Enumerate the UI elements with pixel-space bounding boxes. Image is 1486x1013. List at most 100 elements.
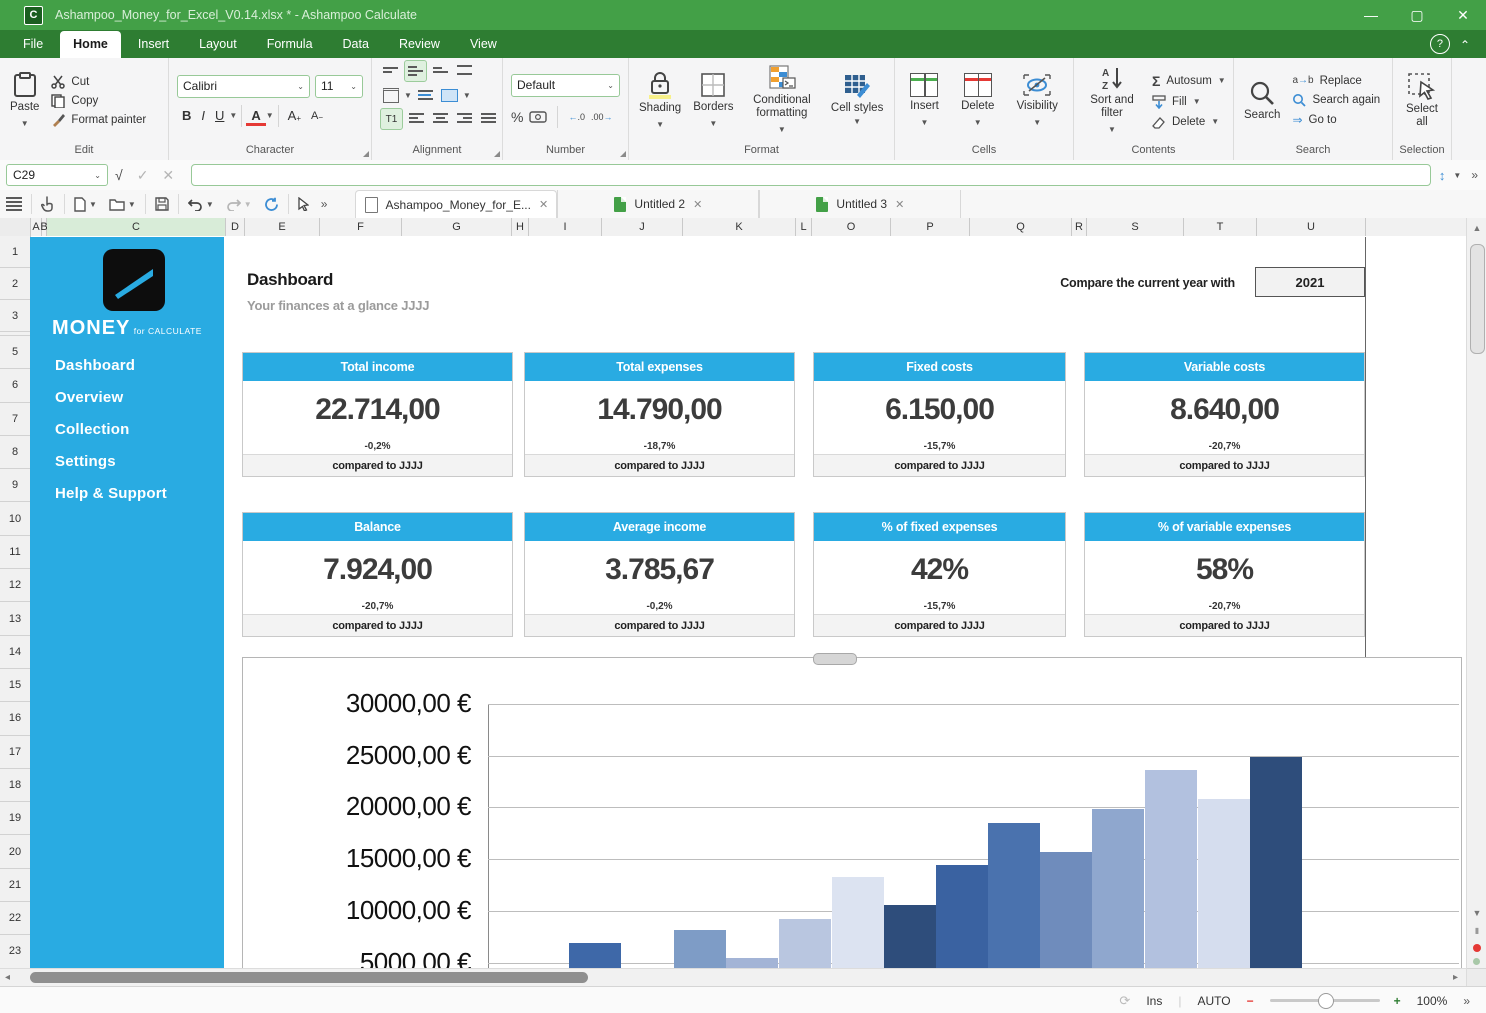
chevron-down-icon[interactable]: ▼ — [404, 91, 412, 100]
new-document-icon[interactable]: ▼ — [68, 190, 103, 218]
shrink-font-button[interactable]: A− — [306, 108, 328, 124]
split-view-icon[interactable]: ▮ — [1467, 926, 1486, 935]
cell-reference-box[interactable]: C29⌄ — [6, 164, 108, 186]
column-header-O[interactable]: O — [812, 218, 891, 236]
bold-button[interactable]: B — [177, 106, 196, 125]
format-painter-button[interactable]: Format painter — [51, 113, 146, 127]
underline-button[interactable]: U — [210, 106, 229, 125]
menu-item-layout[interactable]: Layout — [186, 31, 250, 58]
menu-item-file[interactable]: File — [10, 31, 56, 58]
row-header-15[interactable]: 15 — [0, 669, 30, 702]
chevron-down-icon[interactable]: ▼ — [463, 91, 471, 100]
row-header-19[interactable]: 19 — [0, 802, 30, 835]
menu-item-data[interactable]: Data — [330, 31, 382, 58]
wrap-text-button[interactable] — [415, 85, 436, 105]
zoom-level[interactable]: 100% — [1417, 994, 1448, 1008]
horizontal-scroll-thumb[interactable] — [30, 972, 588, 983]
bar-chart[interactable]: 30000,00 €25000,00 €20000,00 €15000,00 €… — [242, 657, 1462, 986]
select-all-button[interactable]: Select all — [1397, 70, 1447, 131]
column-header-E[interactable]: E — [245, 218, 320, 236]
column-header-S[interactable]: S — [1087, 218, 1184, 236]
justify-button[interactable] — [478, 108, 499, 128]
replace-button[interactable]: a→b Replace — [1292, 75, 1380, 87]
menu-item-home[interactable]: Home — [60, 31, 121, 58]
dialog-launcher-icon[interactable] — [620, 151, 626, 157]
expand-formula-bar-icon[interactable]: ↕ — [1439, 168, 1446, 183]
dialog-launcher-icon[interactable] — [494, 151, 500, 157]
minimize-button[interactable]: — — [1348, 0, 1394, 30]
cell-styles-button[interactable]: Cell styles ▼ — [824, 71, 890, 130]
menu-item-view[interactable]: View — [457, 31, 510, 58]
row-header-1[interactable]: 1 — [0, 236, 30, 268]
column-header-K[interactable]: K — [683, 218, 796, 236]
close-tab-icon[interactable]: ✕ — [693, 198, 702, 211]
help-icon[interactable]: ? — [1430, 34, 1450, 54]
row-header-8[interactable]: 8 — [0, 436, 30, 469]
column-header-T[interactable]: T — [1184, 218, 1257, 236]
row-header-14[interactable]: 14 — [0, 636, 30, 669]
align-left-button[interactable] — [406, 108, 427, 128]
currency-icon[interactable] — [529, 111, 547, 123]
column-header-I[interactable]: I — [529, 218, 602, 236]
close-tab-icon[interactable]: ✕ — [539, 198, 548, 211]
more-tools-icon[interactable]: » — [315, 190, 334, 218]
dialog-launcher-icon[interactable] — [363, 151, 369, 157]
sidebar-item-help-support[interactable]: Help & Support — [55, 485, 167, 502]
row-header-13[interactable]: 13 — [0, 602, 30, 635]
row-header-21[interactable]: 21 — [0, 869, 30, 902]
column-header-blank[interactable] — [1366, 218, 1467, 236]
zoom-slider[interactable] — [1270, 999, 1380, 1002]
row-header-11[interactable]: 11 — [0, 536, 30, 569]
function-icon[interactable]: √ — [115, 167, 123, 183]
fill-button[interactable]: Fill▼ — [1152, 95, 1226, 109]
sync-icon[interactable]: ⟳ — [1119, 993, 1130, 1009]
font-name-select[interactable]: Calibri⌄ — [177, 75, 310, 98]
cancel-icon[interactable]: ✕ — [162, 167, 174, 184]
open-folder-icon[interactable]: ▼ — [103, 190, 142, 218]
more-icon[interactable]: » — [1471, 168, 1478, 182]
scroll-down-icon[interactable]: ▼ — [1467, 908, 1486, 918]
sheet-tab-2[interactable]: Untitled 2✕ — [557, 190, 759, 218]
align-bottom-button[interactable] — [430, 60, 451, 80]
distribute-vertical-button[interactable] — [454, 60, 475, 80]
zoom-in-button[interactable]: + — [1394, 994, 1401, 1008]
column-header-D[interactable]: D — [226, 218, 245, 236]
column-header-U[interactable]: U — [1257, 218, 1366, 236]
borders-button[interactable]: Borders▼ — [687, 70, 739, 132]
status-more-icon[interactable]: » — [1463, 994, 1470, 1008]
sheet-area[interactable]: 123567891011121314151617181920212223 MON… — [0, 236, 1466, 986]
row-header-22[interactable]: 22 — [0, 902, 30, 935]
row-header-5[interactable]: 5 — [0, 336, 30, 369]
sheet-list-icon[interactable] — [0, 190, 28, 218]
sort-filter-button[interactable]: AZ Sort and filter▼ — [1078, 63, 1146, 138]
sidebar-item-settings[interactable]: Settings — [55, 453, 116, 470]
refresh-icon[interactable] — [258, 190, 285, 218]
delete-cells-button[interactable]: Delete▼ — [955, 71, 1000, 131]
row-header-12[interactable]: 12 — [0, 569, 30, 602]
align-top-button[interactable] — [380, 60, 401, 80]
column-header-R[interactable]: R — [1072, 218, 1087, 236]
visibility-button[interactable]: Visibility▼ — [1011, 71, 1064, 131]
cut-button[interactable]: Cut — [51, 75, 146, 89]
search-again-button[interactable]: Search again — [1292, 93, 1380, 107]
maximize-button[interactable]: ▢ — [1394, 0, 1440, 30]
menu-item-formula[interactable]: Formula — [254, 31, 326, 58]
sidebar-item-dashboard[interactable]: Dashboard — [55, 357, 135, 374]
row-header-7[interactable]: 7 — [0, 403, 30, 436]
collapse-ribbon-icon[interactable]: ⌃ — [1460, 38, 1470, 52]
calc-mode-indicator[interactable]: AUTO — [1197, 994, 1230, 1008]
row-header-10[interactable]: 10 — [0, 502, 30, 535]
column-header-G[interactable]: G — [402, 218, 512, 236]
grow-font-button[interactable]: A+ — [283, 106, 306, 125]
remove-decimal-button[interactable]: .00→ — [591, 112, 613, 122]
column-header-F[interactable]: F — [320, 218, 402, 236]
column-header-Q[interactable]: Q — [970, 218, 1072, 236]
number-format-select[interactable]: Default⌄ — [511, 74, 620, 97]
undo-icon[interactable]: ▼ — [182, 190, 220, 218]
delete-contents-button[interactable]: Delete▼ — [1152, 115, 1226, 129]
chevron-down-icon[interactable]: ▼ — [1453, 171, 1461, 180]
italic-button[interactable]: I — [196, 106, 210, 125]
goto-button[interactable]: ⇒ Go to — [1292, 113, 1380, 127]
row-header-20[interactable]: 20 — [0, 835, 30, 868]
percent-button[interactable]: % — [511, 109, 523, 125]
